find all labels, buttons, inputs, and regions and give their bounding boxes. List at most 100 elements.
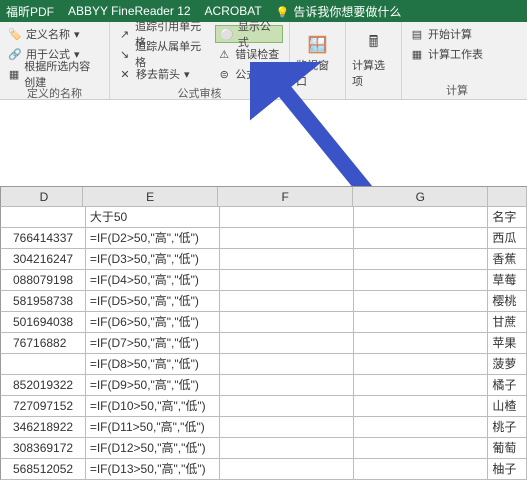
cell-E[interactable]: =IF(D12>50,"高","低")	[86, 438, 220, 459]
cell-F[interactable]	[220, 396, 354, 417]
cell-D[interactable]	[9, 207, 86, 228]
cell-F[interactable]	[220, 417, 354, 438]
row-gutter	[0, 207, 9, 228]
cell-G[interactable]	[354, 459, 488, 480]
show-formulas-icon: ⚪	[220, 27, 234, 41]
cell-D[interactable]: 501694038	[9, 312, 86, 333]
error-checking-button[interactable]: ⚠ 错误检查	[215, 45, 283, 63]
cell-G[interactable]	[354, 354, 488, 375]
cell-G[interactable]	[354, 396, 488, 417]
cell-E[interactable]: =IF(D5>50,"高","低")	[86, 291, 220, 312]
cell-G[interactable]	[354, 207, 488, 228]
table-row: 727097152=IF(D10>50,"高","低") 山楂	[0, 396, 527, 417]
calc-sheet-button[interactable]: ▦ 计算工作表	[408, 45, 485, 63]
table-row: 581958738=IF(D5>50,"高","低") 樱桃	[0, 291, 527, 312]
cell-F[interactable]	[220, 312, 354, 333]
cell-F[interactable]	[220, 438, 354, 459]
tab-abbyy[interactable]: ABBYY FineReader 12	[68, 4, 191, 18]
cell-D[interactable]: 581958738	[9, 291, 86, 312]
cell-G[interactable]	[354, 375, 488, 396]
cell-D[interactable]: 727097152	[9, 396, 86, 417]
col-header-G[interactable]: G	[353, 187, 488, 207]
cell-H[interactable]: 山楂	[488, 396, 527, 417]
cell-G[interactable]	[354, 270, 488, 291]
cell-H[interactable]: 西瓜	[488, 228, 527, 249]
calc-options-button[interactable]: 🖩 计算选项	[352, 25, 395, 96]
cell-E[interactable]: =IF(D9>50,"高","低")	[86, 375, 220, 396]
cell-F[interactable]	[220, 459, 354, 480]
cell-E[interactable]: =IF(D13>50,"高","低")	[86, 459, 220, 480]
cell-E[interactable]: =IF(D4>50,"高","低")	[86, 270, 220, 291]
cell-E[interactable]: =IF(D2>50,"高","低")	[86, 228, 220, 249]
cell-D[interactable]: 766414337	[9, 228, 86, 249]
calc-now-button[interactable]: ▤ 开始计算	[408, 25, 485, 43]
cell-E[interactable]: =IF(D10>50,"高","低")	[86, 396, 220, 417]
cell-H[interactable]: 菠萝	[488, 354, 527, 375]
cell-E[interactable]: =IF(D6>50,"高","低")	[86, 312, 220, 333]
trace-dep-icon: ↘	[118, 47, 131, 61]
cell-D[interactable]: 346218922	[9, 417, 86, 438]
cell-G[interactable]	[354, 417, 488, 438]
cell-H[interactable]: 柚子	[488, 459, 527, 480]
remove-arrows-button[interactable]: ✕ 移去箭头 ▾	[116, 65, 209, 83]
cell-H[interactable]: 甘蔗	[488, 312, 527, 333]
cell-D[interactable]: 568512052	[9, 459, 86, 480]
cell-D[interactable]: 088079198	[9, 270, 86, 291]
cell-D[interactable]: 76716882	[9, 333, 86, 354]
cell-G[interactable]	[354, 312, 488, 333]
cell-D[interactable]: 308369172	[9, 438, 86, 459]
row-gutter	[0, 228, 9, 249]
group-calc-options: 🖩 计算选项	[346, 22, 402, 99]
cell-F[interactable]	[220, 207, 354, 228]
cell-H[interactable]: 香蕉	[488, 249, 527, 270]
cell-F[interactable]	[220, 333, 354, 354]
cell-E[interactable]: 大于50	[86, 207, 220, 228]
cell-E[interactable]: =IF(D11>50,"高","低")	[86, 417, 220, 438]
cell-F[interactable]	[220, 228, 354, 249]
cell-E[interactable]: =IF(D3>50,"高","低")	[86, 249, 220, 270]
show-formulas-button[interactable]: ⚪ 显示公式	[215, 25, 283, 43]
grid-body: 大于50 名字 766414337=IF(D2>50,"高","低") 西瓜 30421…	[0, 207, 527, 480]
cell-F[interactable]	[220, 375, 354, 396]
tab-foxit[interactable]: 福昕PDF	[6, 3, 54, 20]
tell-me-search[interactable]: 告诉我你想要做什么	[276, 3, 402, 20]
cell-H[interactable]: 名字	[488, 207, 527, 228]
create-from-selection-button[interactable]: ▦ 根据所选内容创建	[6, 65, 103, 83]
remove-arrows-icon: ✕	[118, 67, 132, 81]
define-name-button[interactable]: 🏷️ 定义名称 ▾	[6, 25, 103, 43]
cell-G[interactable]	[354, 249, 488, 270]
cell-H[interactable]: 樱桃	[488, 291, 527, 312]
cell-E[interactable]: =IF(D8>50,"高","低")	[86, 354, 220, 375]
col-header-F[interactable]: F	[218, 187, 353, 207]
cell-D[interactable]	[9, 354, 86, 375]
cell-G[interactable]	[354, 333, 488, 354]
cell-G[interactable]	[354, 228, 488, 249]
cell-G[interactable]	[354, 438, 488, 459]
group-defined-names: 🏷️ 定义名称 ▾ 🔗 用于公式 ▾ ▦ 根据所选内容创建 定义的名称	[0, 22, 110, 99]
cell-E[interactable]: =IF(D7>50,"高","低")	[86, 333, 220, 354]
worksheet[interactable]: D E F G 大于50 名字 766414337=IF(D2>50,"高","低"…	[0, 100, 527, 480]
ribbon: 🏷️ 定义名称 ▾ 🔗 用于公式 ▾ ▦ 根据所选内容创建 定义的名称	[0, 22, 527, 100]
cell-F[interactable]	[220, 270, 354, 291]
remove-arrows-label: 移去箭头	[136, 66, 180, 82]
col-header-D[interactable]: D	[6, 187, 83, 207]
col-header-E[interactable]: E	[83, 187, 218, 207]
calc-sheet-label: 计算工作表	[428, 46, 483, 62]
cell-H[interactable]: 苹果	[488, 333, 527, 354]
evaluate-formula-button[interactable]: ⊜ 公式求值	[215, 65, 283, 83]
cell-H[interactable]: 桃子	[488, 417, 527, 438]
cell-G[interactable]	[354, 291, 488, 312]
cell-H[interactable]: 草莓	[488, 270, 527, 291]
cell-D[interactable]: 304216247	[9, 249, 86, 270]
watch-window-button[interactable]: 🪟 监视窗口	[296, 25, 339, 96]
col-header-H[interactable]	[488, 187, 527, 207]
cell-F[interactable]	[220, 249, 354, 270]
row-gutter	[0, 333, 9, 354]
cell-H[interactable]: 橘子	[488, 375, 527, 396]
cell-F[interactable]	[220, 354, 354, 375]
cell-F[interactable]	[220, 291, 354, 312]
cell-D[interactable]: 852019322	[9, 375, 86, 396]
trace-dependents-button[interactable]: ↘ 追踪从属单元格	[116, 45, 209, 63]
cell-H[interactable]: 葡萄	[488, 438, 527, 459]
tab-acrobat[interactable]: ACROBAT	[205, 4, 262, 18]
